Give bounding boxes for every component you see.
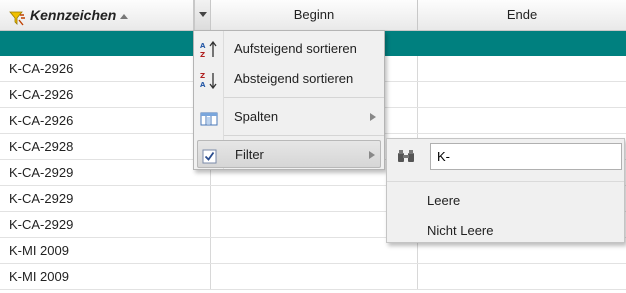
menu-item-label: Filter: [235, 147, 264, 162]
columns-icon: [200, 109, 218, 126]
cell-kennzeichen[interactable]: K-MI 2009: [0, 238, 211, 263]
cell-kennzeichen[interactable]: K-CA-2926: [0, 108, 211, 133]
cell-ende[interactable]: [418, 56, 626, 81]
menu-item-sort-ascending[interactable]: A Z Aufsteigend sortieren: [194, 35, 384, 63]
cell-kennzeichen[interactable]: K-MI 2009: [0, 264, 211, 289]
cell-ende[interactable]: [418, 264, 626, 289]
svg-text:Z: Z: [200, 51, 205, 59]
column-header-kennzeichen[interactable]: Kennzeichen: [0, 0, 194, 30]
filter-option-not-empty[interactable]: Nicht Leere: [427, 219, 493, 243]
menu-separator: [224, 97, 384, 98]
submenu-arrow-icon: [370, 113, 376, 121]
checkbox-checked-icon[interactable]: [201, 147, 219, 164]
column-menu-trigger[interactable]: [194, 0, 211, 30]
cell-kennzeichen[interactable]: K-CA-2926: [0, 56, 211, 81]
menu-item-label: Aufsteigend sortieren: [234, 41, 357, 56]
grid-header: Kennzeichen Beginn Ende: [0, 0, 626, 31]
column-title-ende: Ende: [506, 7, 538, 22]
menu-item-columns[interactable]: Spalten: [194, 103, 384, 131]
cell-beginn[interactable]: [211, 264, 418, 289]
cell-ende[interactable]: [418, 82, 626, 107]
svg-text:Z: Z: [200, 72, 205, 80]
filter-submenu: Leere Nicht Leere: [386, 138, 625, 243]
table-row[interactable]: K-MI 2009: [0, 264, 626, 290]
column-title-kennzeichen: Kennzeichen: [30, 7, 117, 23]
cell-kennzeichen[interactable]: K-CA-2926: [0, 82, 211, 107]
menu-item-label: Absteigend sortieren: [234, 71, 354, 86]
menu-item-filter[interactable]: Filter: [197, 140, 381, 168]
submenu-separator: [387, 181, 624, 182]
binoculars-icon: [397, 149, 415, 163]
cell-kennzeichen[interactable]: K-CA-2929: [0, 160, 211, 185]
cell-ende[interactable]: [418, 108, 626, 133]
column-title-beginn: Beginn: [293, 7, 335, 22]
svg-text:A: A: [200, 42, 206, 50]
cell-kennzeichen[interactable]: K-CA-2929: [0, 186, 211, 211]
cell-kennzeichen[interactable]: K-CA-2929: [0, 212, 211, 237]
cell-kennzeichen[interactable]: K-CA-2928: [0, 134, 211, 159]
sort-descending-za-icon: Z A: [200, 71, 218, 90]
column-header-beginn[interactable]: Beginn: [211, 0, 418, 30]
column-header-ende[interactable]: Ende: [418, 0, 626, 30]
column-context-menu: A Z Aufsteigend sortieren Z A Absteigend…: [193, 30, 385, 170]
sort-ascending-az-icon: A Z: [200, 40, 218, 59]
menu-separator: [224, 135, 384, 136]
menu-item-sort-descending[interactable]: Z A Absteigend sortieren: [194, 65, 384, 93]
filter-option-empty[interactable]: Leere: [427, 189, 460, 213]
svg-text:A: A: [200, 81, 206, 89]
sort-ascending-icon: [120, 14, 129, 20]
filter-active-icon: [8, 8, 26, 26]
chevron-down-icon: [199, 12, 207, 17]
submenu-arrow-icon: [369, 151, 375, 159]
menu-item-label: Spalten: [234, 109, 279, 124]
filter-text-input[interactable]: [430, 143, 622, 170]
